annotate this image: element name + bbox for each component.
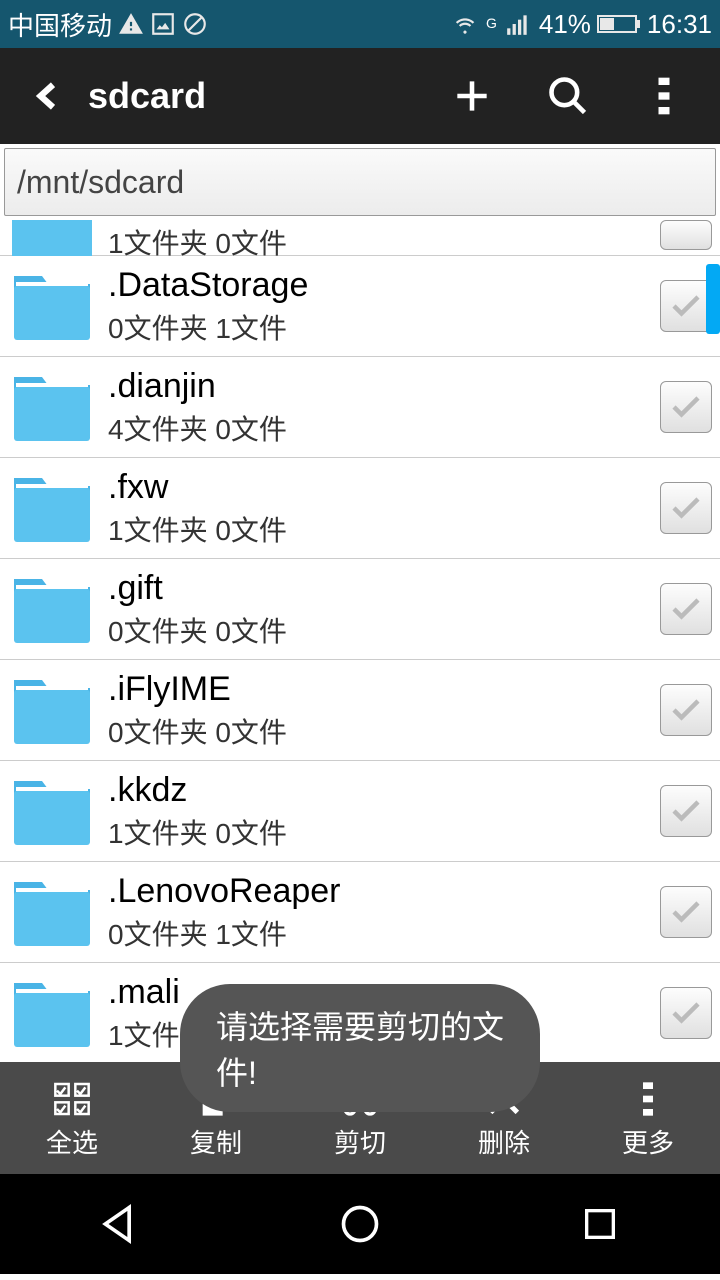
select-all-button[interactable]: 全选	[0, 1062, 144, 1174]
folder-icon	[8, 470, 96, 546]
folder-icon	[8, 874, 96, 950]
signal-icon	[503, 11, 533, 37]
search-button[interactable]	[520, 48, 616, 144]
file-list[interactable]: 1文件夹 0文件 .DataStorage 0文件夹 1文件 .dianjin …	[0, 220, 720, 1062]
path-text: /mnt/sdcard	[17, 164, 184, 201]
checkbox[interactable]	[660, 886, 712, 938]
warning-icon	[118, 11, 144, 37]
copy-label: 复制	[190, 1123, 242, 1160]
checkbox[interactable]	[660, 987, 712, 1039]
item-sub: 0文件夹 1文件	[108, 913, 652, 953]
item-name: .kkdz	[108, 771, 652, 810]
more-label: 更多	[622, 1123, 674, 1160]
scrollbar-thumb[interactable]	[706, 264, 720, 334]
cut-label: 剪切	[334, 1123, 386, 1160]
more-button[interactable]: 更多	[576, 1062, 720, 1174]
item-name: .LenovoReaper	[108, 872, 652, 911]
battery-icon	[597, 13, 641, 35]
list-item[interactable]: .iFlyIME 0文件夹 0文件	[0, 660, 720, 761]
folder-icon	[8, 975, 96, 1051]
item-name: .DataStorage	[108, 266, 652, 305]
toast-message: 请选择需要剪切的文件!	[180, 984, 540, 1112]
app-bar: sdcard	[0, 48, 720, 144]
list-item[interactable]: .fxw 1文件夹 0文件	[0, 458, 720, 559]
item-sub: 0文件夹 1文件	[108, 307, 652, 347]
select-all-icon	[52, 1077, 92, 1121]
checkbox[interactable]	[660, 482, 712, 534]
folder-icon	[8, 369, 96, 445]
path-input[interactable]: /mnt/sdcard	[4, 148, 716, 216]
item-name: .fxw	[108, 468, 652, 507]
battery-label: 41%	[539, 9, 591, 40]
more-icon	[641, 1077, 655, 1121]
nav-back-button[interactable]	[60, 1184, 180, 1264]
add-button[interactable]	[424, 48, 520, 144]
item-sub: 0文件夹 0文件	[108, 610, 652, 650]
checkbox[interactable]	[660, 381, 712, 433]
carrier-label: 中国移动	[8, 6, 112, 43]
network-g-label: G	[486, 15, 497, 31]
folder-icon	[8, 268, 96, 344]
item-sub: 4文件夹 0文件	[108, 408, 652, 448]
folder-icon	[8, 571, 96, 647]
folder-icon	[8, 672, 96, 748]
list-item[interactable]: .dianjin 4文件夹 0文件	[0, 357, 720, 458]
block-icon	[182, 11, 208, 37]
delete-label: 删除	[478, 1123, 530, 1160]
nav-recent-button[interactable]	[540, 1184, 660, 1264]
status-bar: 中国移动 G 41% 16:31	[0, 0, 720, 48]
wifi-icon	[450, 11, 480, 37]
checkbox[interactable]	[660, 583, 712, 635]
nav-home-button[interactable]	[300, 1184, 420, 1264]
checkbox[interactable]	[660, 220, 712, 250]
overflow-menu-button[interactable]	[616, 48, 712, 144]
select-all-label: 全选	[46, 1123, 98, 1160]
item-sub: 0文件夹 0文件	[108, 711, 652, 751]
item-sub: 1文件夹 0文件	[108, 509, 652, 549]
list-item[interactable]: .gift 0文件夹 0文件	[0, 559, 720, 660]
item-name: .dianjin	[108, 367, 652, 406]
checkbox[interactable]	[660, 684, 712, 736]
checkbox[interactable]	[660, 785, 712, 837]
item-sub: 1文件夹 0文件	[108, 812, 652, 852]
folder-icon	[8, 773, 96, 849]
checkbox[interactable]	[660, 280, 712, 332]
image-icon	[150, 11, 176, 37]
list-item[interactable]: .LenovoReaper 0文件夹 1文件	[0, 862, 720, 963]
time-label: 16:31	[647, 9, 712, 40]
item-name: .gift	[108, 569, 652, 608]
item-name: .iFlyIME	[108, 670, 652, 709]
page-title: sdcard	[88, 75, 206, 117]
system-nav	[0, 1174, 720, 1274]
list-item[interactable]: 1文件夹 0文件	[0, 220, 720, 256]
list-item[interactable]: .DataStorage 0文件夹 1文件	[0, 256, 720, 357]
list-item[interactable]: .kkdz 1文件夹 0文件	[0, 761, 720, 862]
toast-text: 请选择需要剪切的文件!	[216, 1009, 504, 1091]
back-button[interactable]	[8, 48, 88, 144]
